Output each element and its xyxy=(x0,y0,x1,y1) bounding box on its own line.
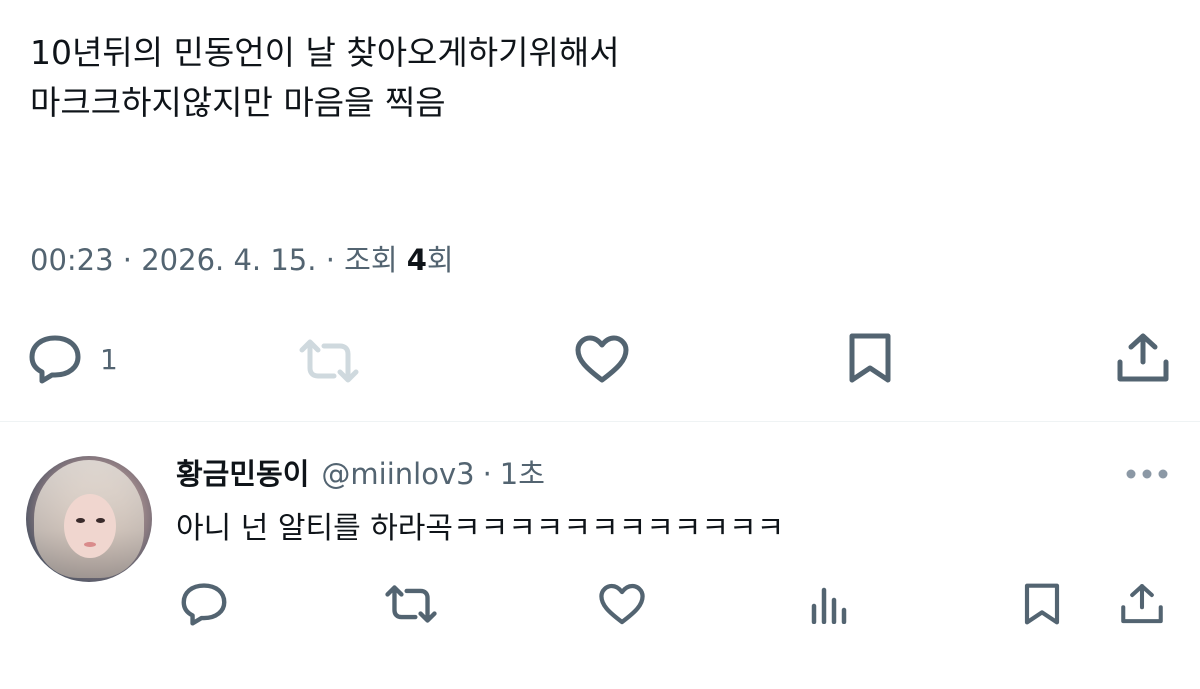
post-text-line-2: 마크크하지않지만 마음을 찍음 xyxy=(30,83,446,122)
reply-button[interactable]: 1 xyxy=(28,334,118,384)
reply-header: 황금민동이 @miinlov3 · 1초 xyxy=(176,452,545,496)
reply-reply-button[interactable] xyxy=(180,582,228,626)
more-options-button[interactable] xyxy=(1125,466,1169,485)
post-time[interactable]: 00:23 xyxy=(30,243,114,277)
avatar-eye xyxy=(96,518,105,523)
bookmark-icon xyxy=(1024,583,1060,625)
share-icon xyxy=(1121,584,1163,624)
bookmark-icon xyxy=(849,333,891,383)
avatar-face xyxy=(64,494,116,558)
views-suffix: 회 xyxy=(426,243,454,277)
heart-icon xyxy=(599,583,645,625)
reply-icon xyxy=(29,335,81,384)
views-count: 4 xyxy=(406,243,427,277)
heart-icon xyxy=(575,335,629,383)
avatar[interactable] xyxy=(26,456,152,582)
reply-action-bar xyxy=(0,580,1200,630)
reply-separator: · xyxy=(482,457,492,491)
divider xyxy=(0,421,1200,422)
reply-icon xyxy=(181,583,227,626)
post-text-line-1: 10년뒤의 민동언이 날 찾아오게하기위해서 xyxy=(30,33,620,72)
share-icon xyxy=(1117,333,1169,382)
reply-analytics-button[interactable] xyxy=(810,584,850,624)
bookmark-button[interactable] xyxy=(846,332,894,384)
repost-button[interactable] xyxy=(298,338,360,384)
repost-icon xyxy=(385,585,437,623)
reply-share-button[interactable] xyxy=(1120,582,1164,626)
reply-time[interactable]: 1초 xyxy=(500,452,545,496)
reply-bookmark-button[interactable] xyxy=(1022,582,1062,626)
share-button[interactable] xyxy=(1116,332,1170,384)
repost-icon xyxy=(299,339,359,383)
avatar-eye xyxy=(76,518,85,523)
avatar-lips xyxy=(84,542,96,547)
post-text: 10년뒤의 민동언이 날 찾아오게하기위해서 마크크하지않지만 마음을 찍음 xyxy=(30,28,1170,128)
meta-separator: · xyxy=(122,243,133,277)
meta-separator: · xyxy=(325,243,335,277)
reply-author-handle[interactable]: @miinlov3 xyxy=(321,452,474,496)
analytics-icon xyxy=(811,587,847,624)
post-date[interactable]: 2026. 4. 15. xyxy=(141,243,316,277)
reply-author-name[interactable]: 황금민동이 xyxy=(176,452,309,496)
like-button[interactable] xyxy=(574,334,630,384)
views-label: 조회 xyxy=(344,243,398,277)
reply-like-button[interactable] xyxy=(598,582,646,626)
reply-count: 1 xyxy=(100,342,118,376)
reply-text: 아니 넌 알티를 하라곡ㅋㅋㅋㅋㅋㅋㅋㅋㅋㅋㅋㅋ xyxy=(176,511,785,546)
post-meta: 00:23 · 2026. 4. 15. · 조회 4회 xyxy=(30,238,454,282)
more-icon xyxy=(1126,469,1168,479)
reply-repost-button[interactable] xyxy=(384,584,438,624)
post-action-bar: 1 xyxy=(0,330,1200,390)
